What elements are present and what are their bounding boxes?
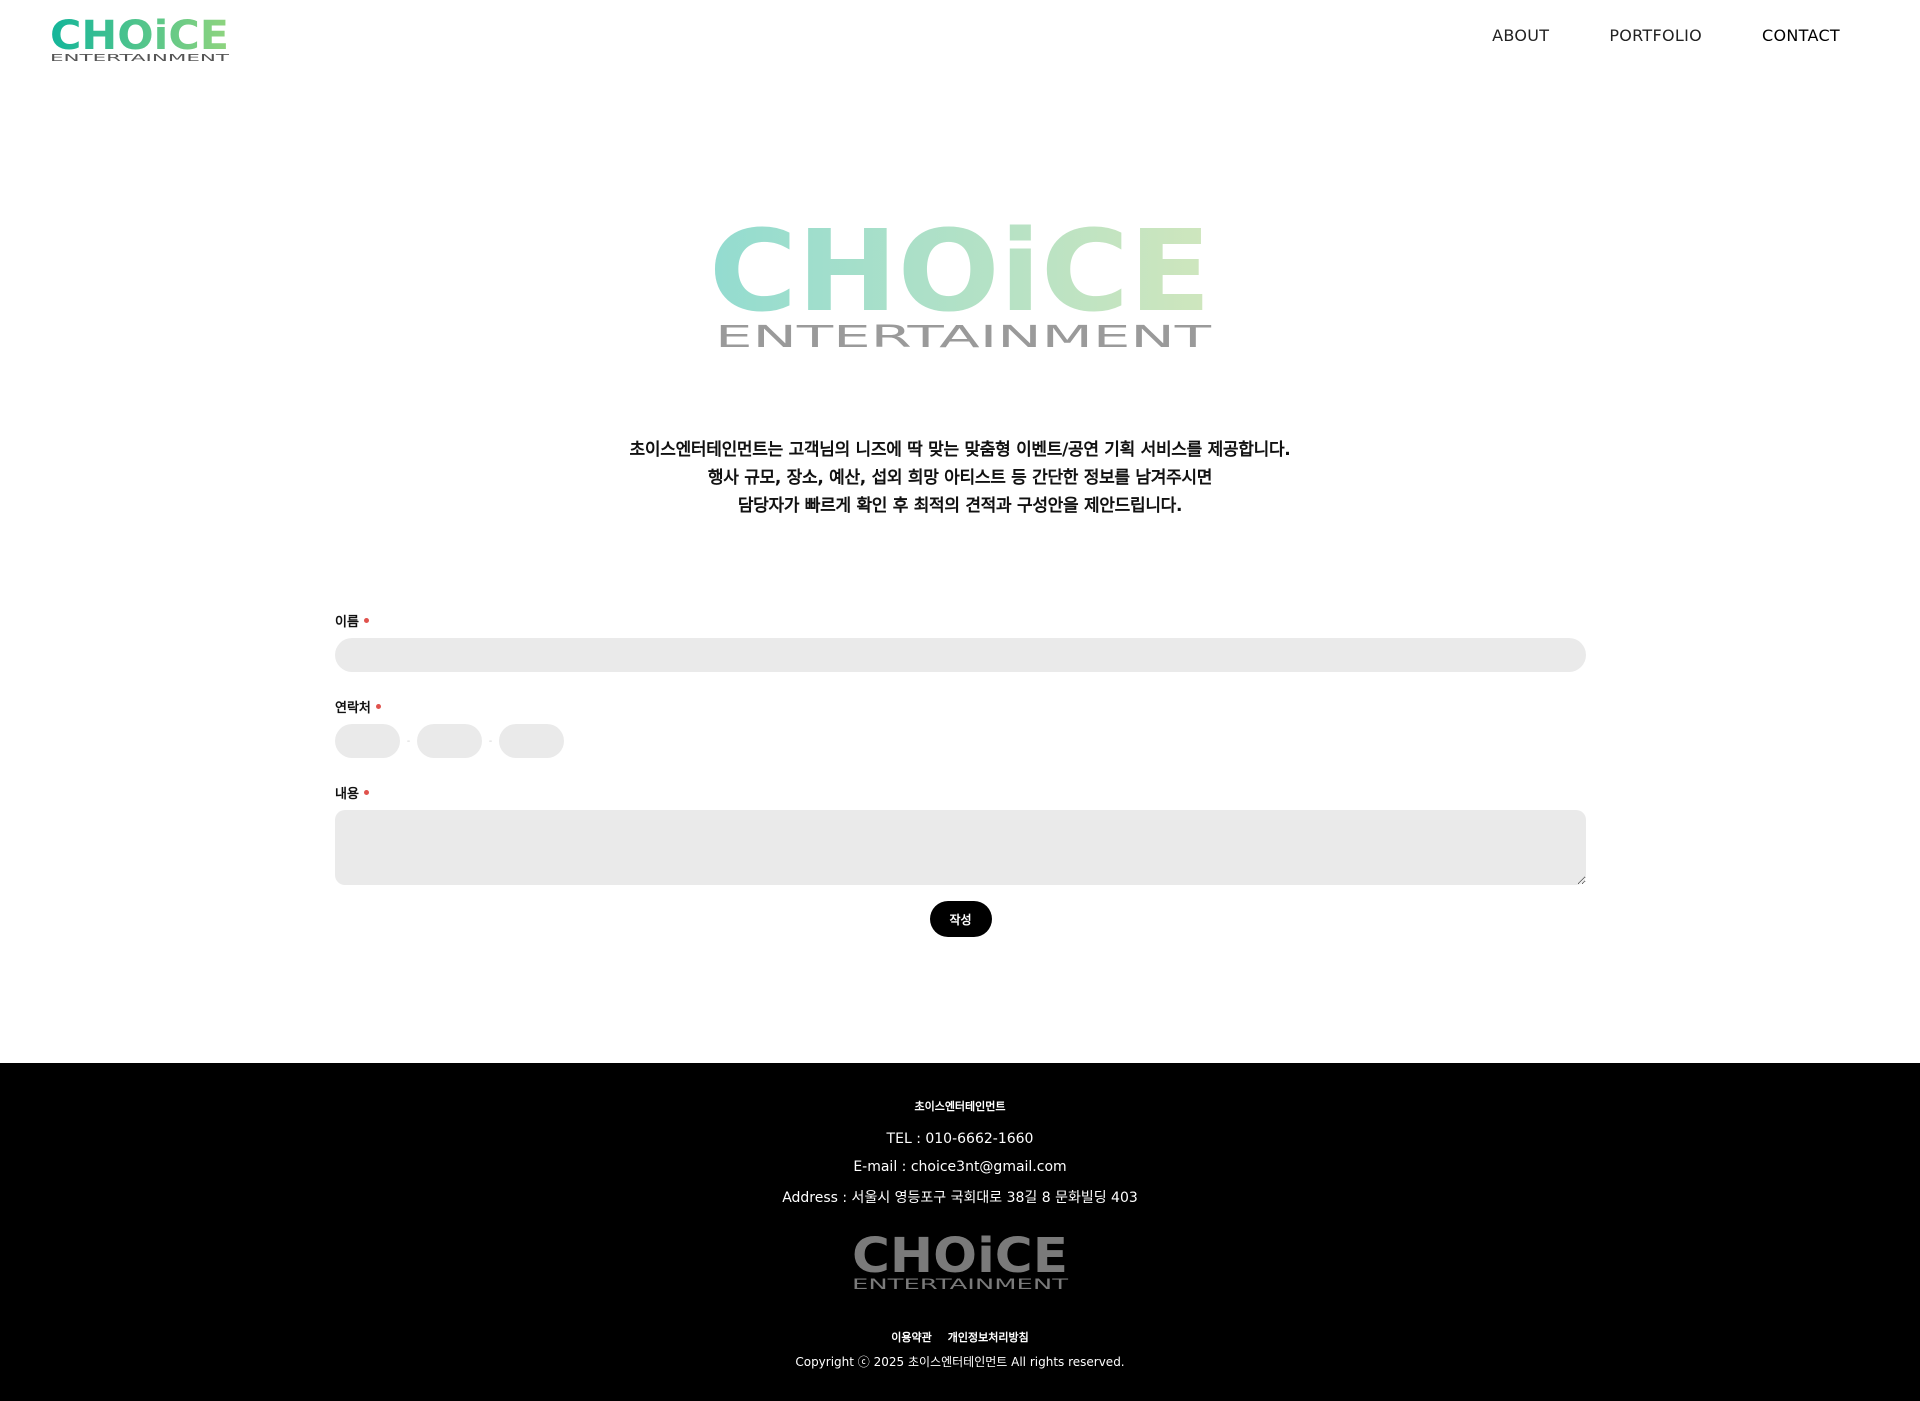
nav-portfolio[interactable]: PORTFOLIO bbox=[1609, 26, 1702, 45]
site-header: CHOiCE ENTERTAINMENT ABOUT PORTFOLIO CON… bbox=[0, 0, 1920, 80]
name-input[interactable] bbox=[335, 638, 1586, 672]
intro-line: 행사 규모, 장소, 예산, 섭외 희망 아티스트 등 간단한 정보를 남겨주시… bbox=[707, 468, 1213, 488]
phone-separator: - bbox=[406, 735, 411, 747]
content-label-text: 내용 bbox=[335, 786, 359, 802]
hero-logo-subtext: ENTERTAINMENT bbox=[715, 320, 1212, 350]
phone-row: - - bbox=[335, 724, 1586, 758]
phone-input-2[interactable] bbox=[417, 724, 482, 758]
footer-company: 초이스엔터테인먼트 bbox=[914, 1100, 1006, 1113]
phone-label: 연락처 bbox=[335, 698, 1586, 716]
required-dot-icon bbox=[375, 703, 381, 709]
footer-copyright: Copyright ⓒ 2025 초이스엔터테인먼트 All rights re… bbox=[795, 1355, 1125, 1369]
nav-about[interactable]: ABOUT bbox=[1492, 26, 1549, 45]
footer-logo: CHOiCE ENTERTAINMENT bbox=[852, 1233, 1069, 1291]
hero-logo: CHOiCE ENTERTAINMENT bbox=[709, 220, 1212, 350]
name-group: 이름 bbox=[335, 612, 1586, 672]
main-nav: ABOUT PORTFOLIO CONTACT bbox=[1492, 26, 1840, 45]
required-dot-icon bbox=[363, 789, 369, 795]
privacy-policy-link[interactable]: 개인정보처리방침 bbox=[948, 1329, 1029, 1345]
intro-line: 담당자가 빠르게 확인 후 최적의 견적과 구성안을 제안드립니다. bbox=[737, 496, 1183, 516]
submit-wrap: 작성 bbox=[335, 901, 1586, 937]
footer-tel: TEL : 010-6662-1660 bbox=[886, 1131, 1034, 1147]
footer-address: Address : 서울시 영등포구 국회대로 38길 8 문화빌딩 403 bbox=[782, 1190, 1138, 1206]
footer-logo-subtext: ENTERTAINMENT bbox=[852, 1277, 1069, 1291]
name-label-text: 이름 bbox=[335, 614, 359, 630]
submit-button[interactable]: 작성 bbox=[929, 901, 992, 937]
content-group: 내용 bbox=[335, 784, 1586, 885]
phone-input-3[interactable] bbox=[499, 724, 564, 758]
phone-separator: - bbox=[488, 735, 493, 747]
footer-email: E-mail : choice3nt@gmail.com bbox=[853, 1159, 1067, 1175]
choice-logo[interactable]: CHOiCE ENTERTAINMENT bbox=[49, 15, 230, 63]
footer-links: 이용약관 개인정보처리방침 bbox=[0, 1329, 1920, 1345]
intro-line: 초이스엔터테인먼트는 고객님의 니즈에 딱 맞는 맞춤형 이벤트/공연 기획 서… bbox=[629, 440, 1291, 460]
contact-form: 이름 연락처 - - 내용 작성 bbox=[335, 612, 1586, 937]
terms-link[interactable]: 이용약관 bbox=[891, 1329, 931, 1345]
phone-label-text: 연락처 bbox=[335, 700, 371, 716]
site-footer: 초이스엔터테인먼트 TEL : 010-6662-1660 E-mail : c… bbox=[0, 1063, 1920, 1401]
content-textarea[interactable] bbox=[335, 810, 1586, 885]
phone-input-1[interactable] bbox=[335, 724, 400, 758]
nav-contact[interactable]: CONTACT bbox=[1762, 26, 1840, 45]
required-dot-icon bbox=[363, 617, 369, 623]
logo-subtext: ENTERTAINMENT bbox=[50, 53, 230, 63]
phone-group: 연락처 - - bbox=[335, 698, 1586, 758]
name-label: 이름 bbox=[335, 612, 1586, 630]
intro-text: 초이스엔터테인먼트는 고객님의 니즈에 딱 맞는 맞춤형 이벤트/공연 기획 서… bbox=[0, 436, 1920, 520]
content-label: 내용 bbox=[335, 784, 1586, 802]
